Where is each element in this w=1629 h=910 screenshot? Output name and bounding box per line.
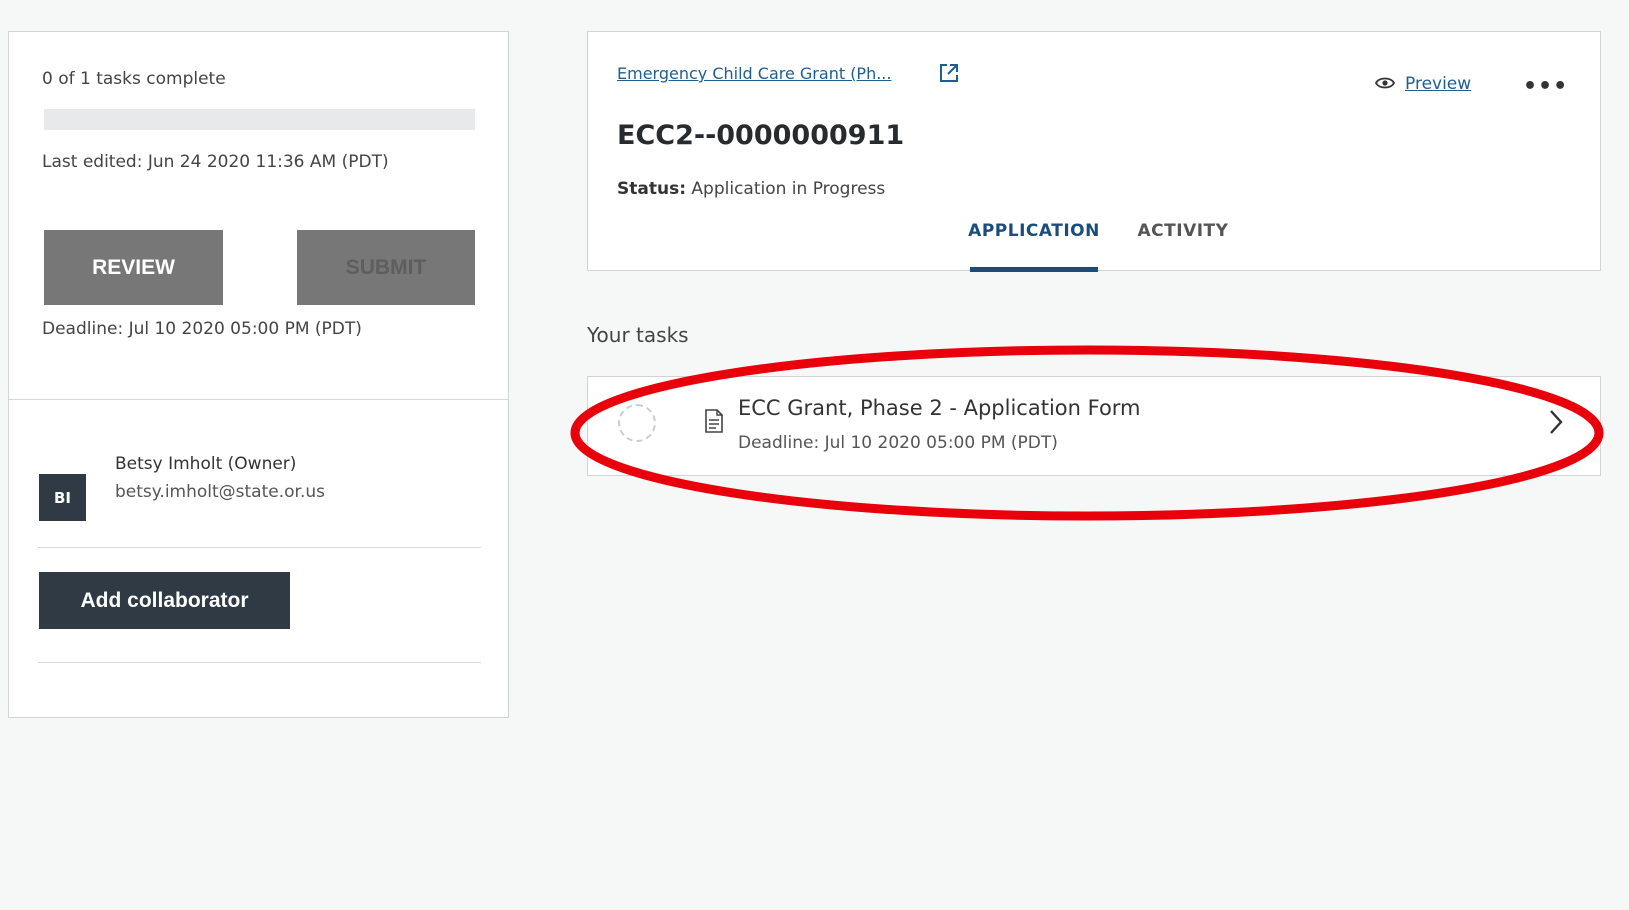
tasks-complete-text: 0 of 1 tasks complete [42, 69, 226, 89]
preview-link[interactable]: Preview [1405, 74, 1471, 94]
more-options-icon[interactable]: ••• [1523, 76, 1568, 98]
divider [9, 399, 508, 400]
submit-button[interactable]: SUBMIT [297, 230, 475, 305]
application-header: Emergency Child Care Grant (Ph... Previe… [587, 31, 1601, 272]
review-button[interactable]: REVIEW [44, 230, 223, 305]
task-title[interactable]: ECC Grant, Phase 2 - Application Form [738, 396, 1141, 420]
progress-section: 0 of 1 tasks complete Last edited: Jun 2… [9, 32, 508, 415]
eye-icon [1374, 75, 1396, 94]
divider [38, 662, 481, 663]
collaborator-email: betsy.imholt@state.or.us [115, 482, 325, 502]
task-deadline: Deadline: Jul 10 2020 05:00 PM (PDT) [738, 433, 1058, 453]
avatar: BI [39, 474, 86, 521]
divider [38, 547, 481, 548]
task-item[interactable]: ECC Grant, Phase 2 - Application Form De… [587, 376, 1601, 476]
add-collaborator-button[interactable]: Add collaborator [39, 572, 290, 629]
document-icon [704, 409, 724, 437]
tasks-heading: Your tasks [587, 323, 689, 347]
progress-bar [44, 109, 475, 130]
application-sidebar: 0 of 1 tasks complete Last edited: Jun 2… [8, 31, 509, 718]
deadline-text: Deadline: Jul 10 2020 05:00 PM (PDT) [42, 319, 362, 339]
status-line: Status: Application in Progress [617, 179, 885, 199]
collaborator-name: Betsy Imholt (Owner) [115, 454, 297, 474]
tab-activity[interactable]: ACTIVITY [1133, 214, 1233, 272]
tab-application[interactable]: APPLICATION [968, 214, 1099, 272]
chevron-right-icon[interactable] [1548, 409, 1564, 439]
status-label: Status: [617, 179, 686, 199]
task-status-icon [618, 404, 656, 442]
status-value: Application in Progress [691, 179, 886, 199]
last-edited-text: Last edited: Jun 24 2020 11:36 AM (PDT) [42, 152, 389, 172]
preview-control[interactable]: Preview [1374, 74, 1471, 94]
application-id: ECC2--0000000911 [617, 120, 905, 151]
external-link-icon[interactable] [938, 62, 960, 88]
program-link[interactable]: Emergency Child Care Grant (Ph... [617, 64, 891, 83]
